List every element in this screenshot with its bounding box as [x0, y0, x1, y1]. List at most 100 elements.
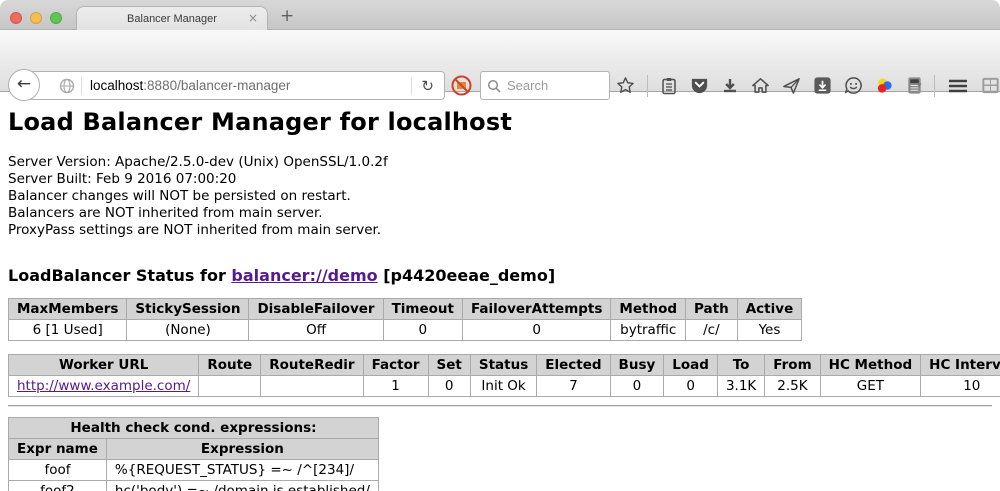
worker-url-link[interactable]: http://www.example.com/ [17, 378, 190, 394]
table-cell: 0 [383, 320, 462, 341]
sidebar-notebook-group[interactable]: ▾ [906, 76, 922, 95]
page-title: Load Balancer Manager for localhost [8, 108, 992, 136]
table-cell: 7 [537, 376, 610, 397]
url-text[interactable]: localhost:8880/balancer-manager [90, 78, 411, 93]
server-info: Server Version: Apache/2.5.0-dev (Unix) … [8, 154, 992, 239]
table-cell[interactable]: http://www.example.com/ [9, 376, 199, 397]
feedback-smiley-icon[interactable] [844, 76, 863, 95]
toolbar-separator [934, 75, 935, 97]
table-cell: Yes [737, 320, 802, 341]
table-cell: 0 [463, 320, 611, 341]
column-header: HC Interval [921, 355, 1000, 376]
search-placeholder: Search [507, 78, 548, 93]
column-header: Timeout [383, 299, 462, 320]
tab-close-icon[interactable]: × [248, 11, 258, 25]
toolbar-separator [647, 75, 648, 97]
zoom-window-button[interactable] [50, 12, 62, 24]
close-window-button[interactable] [10, 12, 22, 24]
back-arrow-icon: ← [17, 74, 31, 94]
table-row: http://www.example.com/10Init Ok7003.1K2… [9, 376, 1000, 397]
server-info-line: Server Version: Apache/2.5.0-dev (Unix) … [8, 154, 992, 171]
column-header: Factor [363, 355, 428, 376]
column-header: Expr name [9, 439, 107, 460]
new-tab-button[interactable]: + [280, 6, 294, 26]
search-input[interactable]: Search [480, 71, 610, 100]
table-cell: GET [820, 376, 921, 397]
column-header: Route [199, 355, 261, 376]
reload-icon[interactable]: ↻ [419, 77, 444, 95]
column-header: Status [470, 355, 536, 376]
column-header: FailoverAttempts [463, 299, 611, 320]
title-bar: Balancer Manager × + [0, 0, 1000, 30]
tab-groups-icon[interactable] [981, 76, 1000, 95]
home-icon[interactable] [751, 76, 770, 95]
table-cell [261, 376, 363, 397]
column-header: Worker URL [9, 355, 199, 376]
extension-download-icon[interactable] [813, 76, 832, 95]
back-button[interactable]: ← [8, 69, 40, 101]
globe-icon [59, 78, 75, 94]
url-domain: localhost [90, 78, 143, 93]
reading-list-icon[interactable] [660, 77, 678, 95]
url-path: :8880/balancer-manager [143, 78, 290, 93]
window-controls [10, 12, 62, 24]
url-bar[interactable]: localhost:8880/balancer-manager ↻ [24, 71, 445, 100]
server-info-line: Balancers are NOT inherited from main se… [8, 205, 992, 222]
bookmark-star-icon[interactable] [616, 76, 635, 95]
downloads-icon[interactable] [721, 77, 739, 95]
browser-window: Balancer Manager × + ← localhost:8880/ba… [0, 0, 1000, 491]
column-header: HC Method [820, 355, 921, 376]
column-header: Expression [106, 439, 378, 460]
worker-status-table: Worker URLRouteRouteRedirFactorSetStatus… [8, 354, 1000, 397]
table-row: foof2hc('body') =~ /domain is establishe… [9, 481, 379, 491]
pocket-icon[interactable] [690, 76, 709, 95]
search-icon [487, 79, 501, 93]
server-info-line: ProxyPass settings are NOT inherited fro… [8, 222, 992, 239]
table-cell: 6 [1 Used] [9, 320, 127, 341]
column-header: MaxMembers [9, 299, 127, 320]
table-cell: 0 [664, 376, 718, 397]
table-cell: Init Ok [470, 376, 536, 397]
tab-title: Balancer Manager [127, 13, 217, 25]
server-info-line: Balancer changes will NOT be persisted o… [8, 188, 992, 205]
column-header: Elected [537, 355, 610, 376]
browser-tab[interactable]: Balancer Manager × [76, 6, 268, 31]
balancer-status-heading: LoadBalancer Status for balancer://demo … [8, 266, 992, 285]
colors-extension-icon[interactable] [875, 76, 894, 95]
table-row: foof%{REQUEST_STATUS} =~ /^[234]/ [9, 460, 379, 481]
table-cell: %{REQUEST_STATUS} =~ /^[234]/ [106, 460, 378, 481]
column-header: RouteRedir [261, 355, 363, 376]
column-header: DisableFailover [249, 299, 383, 320]
table-cell [199, 376, 261, 397]
table-cell: 0 [610, 376, 664, 397]
table-cell: 3.1K [717, 376, 764, 397]
table-cell: Off [249, 320, 383, 341]
minimize-window-button[interactable] [30, 12, 42, 24]
table-cell: 10 [921, 376, 1000, 397]
page-content: Load Balancer Manager for localhost Serv… [0, 92, 1000, 491]
table-title: Health check cond. expressions: [9, 418, 379, 439]
column-header: Path [686, 299, 738, 320]
plugin-blocked-icon[interactable] [451, 75, 472, 96]
column-header: To [717, 355, 764, 376]
url-separator [81, 77, 82, 95]
table-row: 6 [1 Used](None)Off00bytraffic/c/Yes [9, 320, 802, 341]
table-cell: foof [9, 460, 107, 481]
table-cell: bytraffic [611, 320, 686, 341]
table-cell: 1 [363, 376, 428, 397]
reload-separator [411, 77, 412, 95]
section-divider [8, 405, 992, 407]
hamburger-menu-icon[interactable] [947, 77, 969, 95]
table-cell: /c/ [686, 320, 738, 341]
column-header: Load [664, 355, 718, 376]
table-cell: hc('body') =~ /domain is established/ [106, 481, 378, 491]
health-check-table: Health check cond. expressions:Expr name… [8, 417, 379, 491]
table-cell: 2.5K [765, 376, 820, 397]
send-icon[interactable] [782, 76, 801, 95]
status-suffix: [p4420eeae_demo] [378, 266, 556, 285]
balancer-link[interactable]: balancer://demo [231, 266, 377, 285]
dropdown-caret-icon: ▾ [917, 81, 922, 91]
column-header: From [765, 355, 820, 376]
table-cell: (None) [127, 320, 249, 341]
column-header: Active [737, 299, 802, 320]
